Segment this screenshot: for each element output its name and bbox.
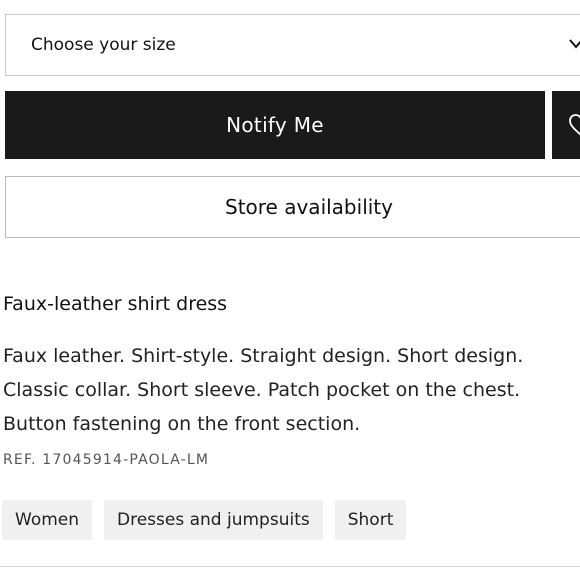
tag-short[interactable]: Short (334, 500, 407, 540)
notify-me-label: Notify Me (226, 113, 324, 137)
store-availability-label: Store availability (225, 195, 393, 219)
category-tags: Women Dresses and jumpsuits Short (2, 500, 407, 540)
chevron-down-icon (569, 39, 580, 49)
store-availability-button[interactable]: Store availability (5, 176, 580, 238)
size-select-label: Choose your size (31, 35, 176, 55)
description-line: Faux leather. Shirt-style. Straight desi… (3, 345, 524, 367)
product-reference: REF. 17045914-PAOLA-LM (3, 452, 210, 468)
tag-dresses-and-jumpsuits[interactable]: Dresses and jumpsuits (104, 500, 323, 540)
heart-icon (569, 114, 580, 136)
notify-me-button[interactable]: Notify Me (5, 91, 545, 159)
size-select[interactable]: Choose your size (5, 14, 580, 76)
product-title: Faux-leather shirt dress (3, 293, 228, 315)
description-line: Classic collar. Short sleeve. Patch pock… (3, 379, 521, 401)
product-description: Faux leather. Shirt-style. Straight desi… (3, 339, 580, 441)
tag-women[interactable]: Women (2, 500, 93, 540)
section-divider (0, 566, 580, 567)
description-line: Button fastening on the front section. (3, 413, 361, 435)
wishlist-button[interactable] (552, 91, 580, 159)
product-detail-page: Choose your size Notify Me Store availab… (0, 0, 580, 580)
